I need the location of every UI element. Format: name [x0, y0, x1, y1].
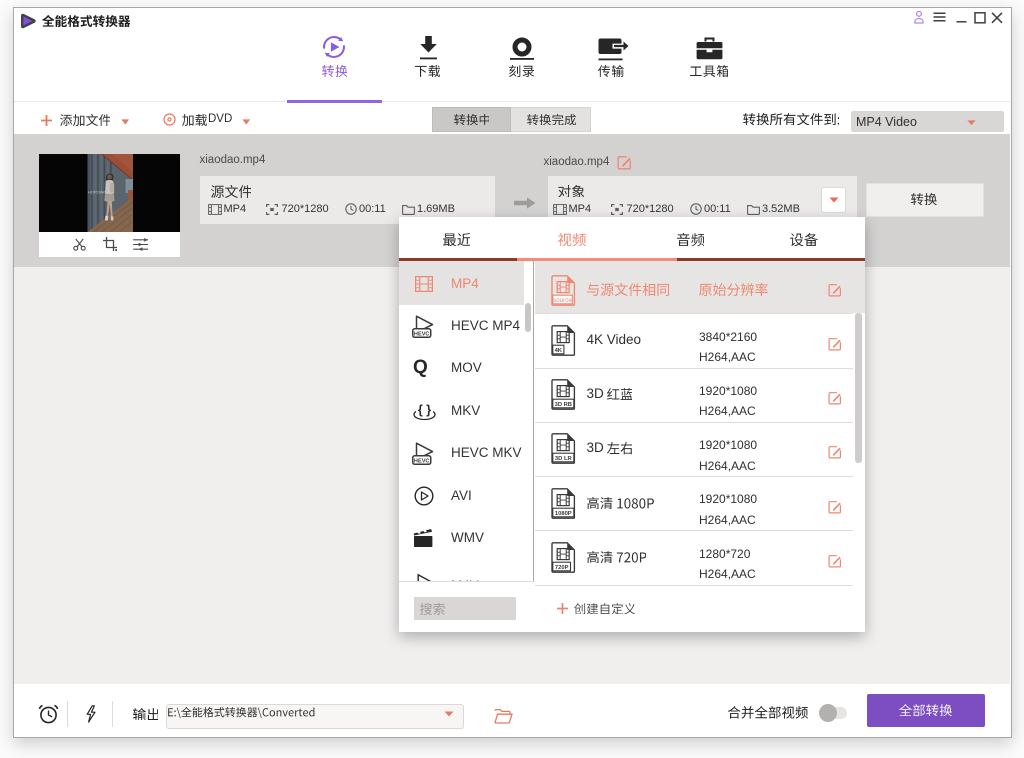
svg-text:1080P: 1080P [554, 511, 571, 517]
svg-text:source: source [553, 297, 572, 304]
svg-text:HEVC: HEVC [414, 332, 430, 338]
svg-text:{ }: { } [418, 403, 431, 417]
svg-text:HEVC: HEVC [414, 459, 430, 465]
svg-text:HOPOiNG: HOPOiNG [88, 189, 107, 194]
svg-text:3D LR: 3D LR [554, 456, 572, 462]
svg-text:4K: 4K [554, 348, 562, 354]
svg-text:720P: 720P [554, 565, 568, 571]
svg-text:3D RB: 3D RB [554, 402, 571, 408]
